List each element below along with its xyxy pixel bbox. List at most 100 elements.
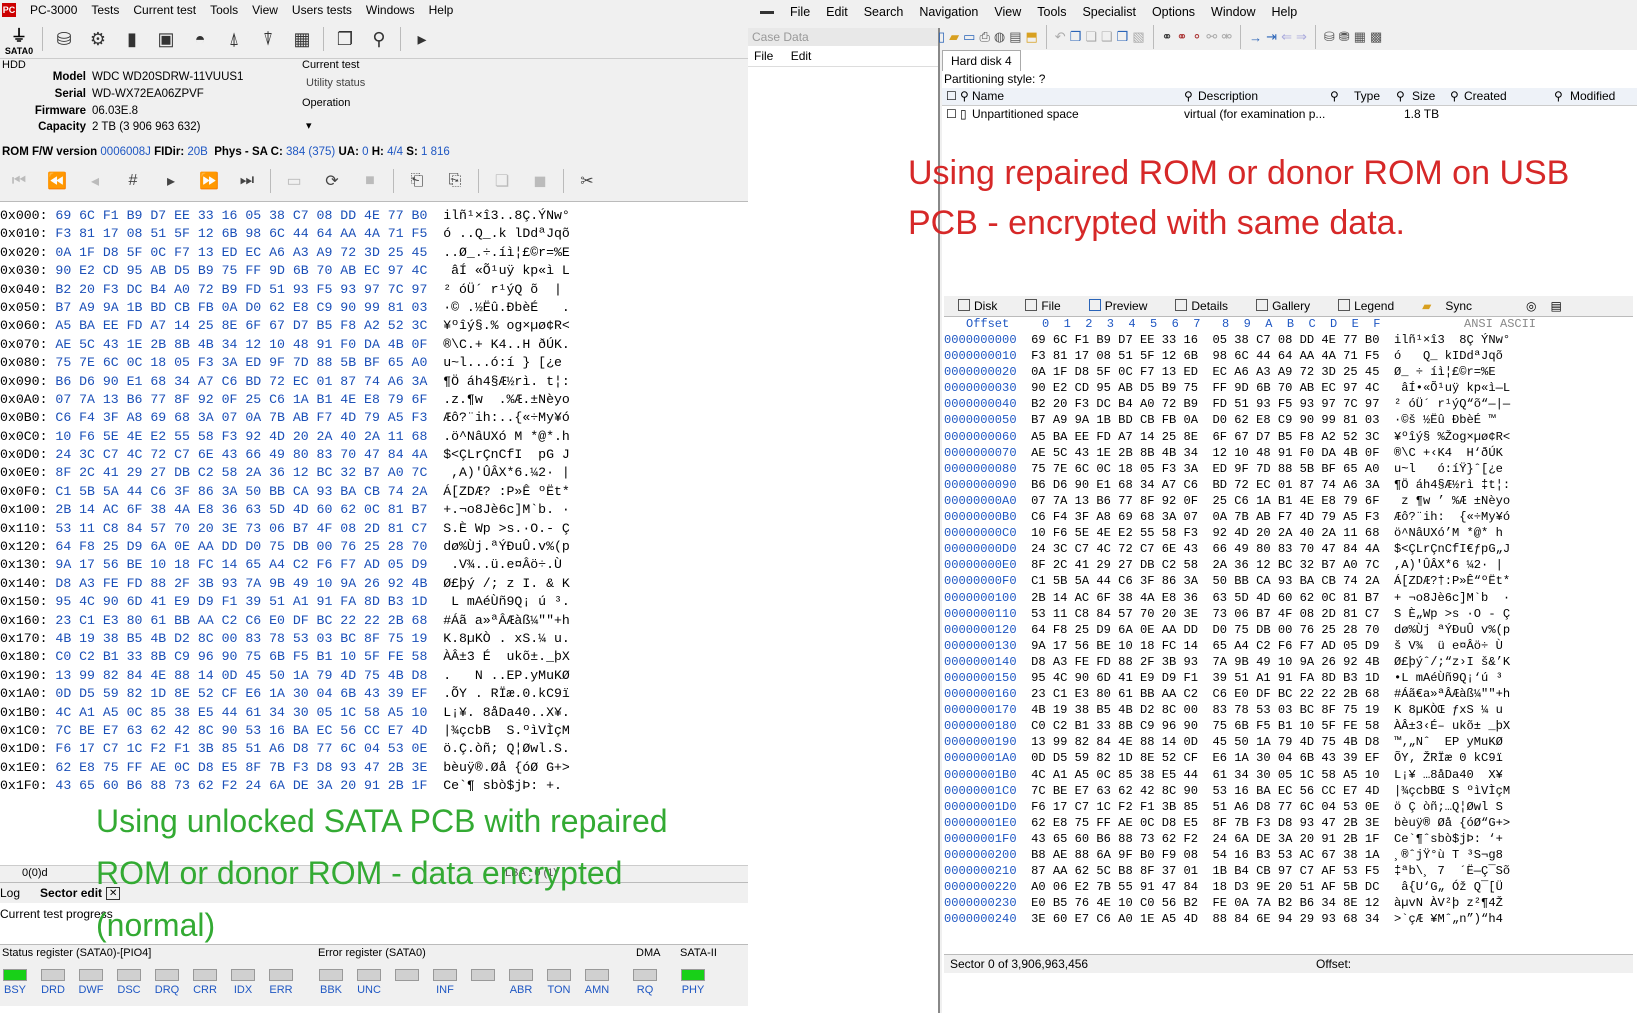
hex-row[interactable]: 0x170: 4B 19 38 B5 4B D2 8C 00 83 78 53 … — [0, 630, 748, 648]
copy-icon[interactable]: ❐ — [1070, 29, 1082, 45]
hex-row[interactable]: 0000000220 A0 06 E2 7B 55 91 47 84 18 D3… — [944, 879, 1633, 895]
hex-bytes[interactable]: 0A 1F D8 5F 0C F7 13 ED EC A6 A3 A9 72 3… — [55, 245, 427, 260]
hex-bytes[interactable]: 69 6C F1 B9 D7 EE 33 16 05 38 C7 08 DD 4… — [55, 208, 427, 223]
hex-bytes[interactable]: AE 5C 43 1E 2B 8B 4B 34 12 10 48 91 F0 D… — [1031, 446, 1379, 460]
hex-ascii[interactable]: #Áã a»ªÂÆàß¼""+h — [443, 613, 570, 628]
hex-ascii[interactable]: ö Ç òñ;…Q¦Øwl S — [1394, 800, 1503, 814]
hex-ascii[interactable]: S.È Wp >s.·O.- Ç — [443, 521, 570, 536]
hex-row[interactable]: 0x1D0: F6 17 C7 1C F2 F1 3B 85 51 A6 D8 … — [0, 740, 748, 758]
hex-bytes[interactable]: 62 E8 75 FF AE 0C D8 E5 8F 7B F3 D8 93 4… — [1031, 816, 1379, 830]
hex-ascii[interactable]: ¥ºîý§ %Žog×µø¢R< — [1394, 430, 1510, 444]
hex-ascii[interactable]: š V¾ ü e¤Âö÷­ Ù — [1394, 639, 1503, 653]
undo-icon[interactable]: ↶ — [1055, 29, 1066, 45]
hex-row[interactable]: 0000000130 9A 17 56 BE 10 18 FC 14 65 A4… — [944, 638, 1633, 654]
hex-ascii[interactable]: âÍ «Õ¹uÿ kp«ì L — [443, 263, 570, 278]
hex-row[interactable]: 0x0D0: 24 3C C7 4C 72 C7 6E 43 66 49 80 … — [0, 446, 748, 464]
checkbox-icon[interactable]: ☐ — [946, 107, 957, 121]
prev-fast-icon[interactable]: ⏪ — [38, 171, 76, 191]
hex-row[interactable]: 0x180: C0 C2 B1 33 8B C9 96 90 75 6B F5 … — [0, 648, 748, 666]
save-file-icon[interactable]: ⎘ — [436, 172, 474, 190]
copy-icon[interactable]: ❏ — [483, 171, 521, 191]
hex-ascii[interactable]: ®\C.+ K4..H ðÚK. — [443, 337, 570, 352]
hex-bytes[interactable]: 2B 14 AC 6F 38 4A E8 36 63 5D 4D 60 62 0… — [1031, 591, 1379, 605]
filter-icon[interactable]: ⚲ — [1184, 89, 1193, 103]
menu-file[interactable]: File — [790, 5, 810, 19]
hex-row[interactable]: 0x070: AE 5C 43 1E 2B 8B 4B 34 12 10 48 … — [0, 336, 748, 354]
hex-row[interactable]: 0000000170 4B 19 38 B5 4B D2 8C 00 83 78… — [944, 702, 1633, 718]
hex-row[interactable]: 00000000D0 24 3C C7 4C 72 C7 6E 43 66 49… — [944, 541, 1633, 557]
hex-bytes[interactable]: 4B 19 38 B5 4B D2 8C 00 83 78 53 03 BC 8… — [1031, 703, 1379, 717]
hex-row[interactable]: 0000000240 3E 60 E7 C6 A0 1E A5 4D 88 84… — [944, 911, 1633, 927]
menu-current-test[interactable]: Current test — [133, 3, 196, 17]
hex-ascii[interactable]: ,A)'ÛÂX*6.¼2· | — [443, 465, 570, 480]
hex-row[interactable]: 0x0E0: 8F 2C 41 29 27 DB C2 58 2A 36 12 … — [0, 464, 748, 482]
find-text-icon[interactable]: ⚭ — [1162, 29, 1173, 45]
hex-row[interactable]: 0000000150 95 4C 90 6D 41 E9 D9 F1 39 51… — [944, 670, 1633, 686]
filter-icon[interactable]: ⚲ — [960, 89, 969, 103]
hex-row[interactable]: 0x120: 64 F8 25 D9 6A 0E AA DD D0 75 DB … — [0, 538, 748, 556]
disk-icon[interactable]: ◓ — [183, 22, 217, 56]
hex-bytes[interactable]: 43 65 60 B6 88 73 62 F2 24 6A DE 3A 20 9… — [1031, 832, 1379, 846]
hex-bytes[interactable]: B7 A9 9A 1B BD CB FB 0A D0 62 E8 C9 90 9… — [1031, 413, 1379, 427]
hex-row[interactable]: 0000000140 D8 A3 FE FD 88 2F 3B 93 7A 9B… — [944, 654, 1633, 670]
disk-icon[interactable]: ◍ — [994, 29, 1005, 45]
hex-bytes[interactable]: F3 81 17 08 51 5F 12 6B 98 6C 44 64 AA 4… — [1031, 349, 1379, 363]
drive-info-icon[interactable]: ⛁ — [47, 22, 81, 56]
export-icon[interactable]: ⬒ — [1026, 29, 1038, 45]
hex-ascii[interactable]: |¾çcbBŒ S ºìVÌçM — [1394, 784, 1510, 798]
hex-bytes[interactable]: 87 AA 62 5C B8 8F 37 01 1B B4 CB 97 C7 A… — [1031, 864, 1379, 878]
hex-row[interactable]: 0x010: F3 81 17 08 51 5F 12 6B 98 6C 44 … — [0, 225, 748, 243]
last-sector-icon[interactable]: ⏭ — [228, 172, 266, 190]
hex-ascii[interactable]: Ø_ ÷ íì¦£©r=%E — [1394, 365, 1496, 379]
platter-icon[interactable]: ⍒ — [251, 22, 285, 56]
hex-row[interactable]: 0x1F0: 43 65 60 B6 88 73 62 F2 24 6A DE … — [0, 777, 748, 795]
hex-ascii[interactable]: ¶Ö áh4§Æ½rì ‡t¦: — [1394, 478, 1510, 492]
hex-ascii[interactable]: ö^NâUXó’M *@* h — [1394, 526, 1503, 540]
hex-ascii[interactable]: ·©š ½Ëû ÐbèÉ ™ — [1394, 413, 1496, 427]
paste-icon[interactable]: ❏ — [1085, 29, 1097, 45]
hex-ascii[interactable]: dø%Ùj ªÝÐuÛ v%(p — [1394, 623, 1510, 637]
find-next-icon[interactable]: ⚯ — [1206, 29, 1217, 45]
hex-bytes[interactable]: B2 20 F3 DC B4 A0 72 B9 FD 51 93 F5 93 9… — [1031, 397, 1379, 411]
hex-bytes[interactable]: 13 99 82 84 4E 88 14 0D 45 50 1A 79 4D 7… — [55, 668, 427, 683]
tab-sector-edit[interactable]: Sector edit — [40, 886, 102, 900]
stop-icon[interactable]: ■ — [351, 172, 389, 190]
goto-sector-icon[interactable]: # — [114, 172, 152, 190]
hex-ascii[interactable]: ¶Ö áh4§Æ½rì. t¦: — [443, 374, 570, 389]
find-hex-icon[interactable]: ⚭ — [1177, 29, 1188, 45]
menu-options[interactable]: Options — [1152, 5, 1195, 19]
hex-bytes[interactable]: 23 C1 E3 80 61 BB AA C2 C6 E0 DF BC 22 2… — [55, 613, 427, 628]
goto-offset-icon[interactable]: → — [1249, 30, 1262, 45]
hex-bytes[interactable]: 13 99 82 84 4E 88 14 0D 45 50 1A 79 4D 7… — [1031, 735, 1379, 749]
hex-row[interactable]: 0x080: 75 7E 6C 0C 18 05 F3 3A ED 9F 7D … — [0, 354, 748, 372]
hex-row[interactable]: 00000001C0 7C BE E7 63 62 42 8C 90 53 16… — [944, 783, 1633, 799]
windows-icon[interactable]: ❐ — [328, 22, 362, 56]
hex-bytes[interactable]: 3E 60 E7 C6 A0 1E A5 4D 88 84 6E 94 29 9… — [1031, 912, 1379, 926]
hex-bytes[interactable]: 9A 17 56 BE 10 18 FC 14 65 A4 C2 F6 F7 A… — [1031, 639, 1379, 653]
hex-bytes[interactable]: 7C BE E7 63 62 42 8C 90 53 16 BA EC 56 C… — [1031, 784, 1379, 798]
print-icon[interactable]: ⎙ — [979, 29, 989, 45]
hex-bytes[interactable]: 07 7A 13 B6 77 8F 92 0F 25 C6 1A B1 4E E… — [1031, 494, 1379, 508]
hex-ascii[interactable]: L¡¥ …8åDa40 X¥ — [1394, 768, 1503, 782]
hex-bytes[interactable]: C0 C2 B1 33 8B C9 96 90 75 6B F5 B1 10 5… — [1031, 719, 1379, 733]
hex-ascii[interactable]: .V¾..ü.e¤Âö÷­.Ù — [443, 557, 562, 572]
hex-bytes[interactable]: 0D D5 59 82 1D 8E 52 CF E6 1A 30 04 6B 4… — [1031, 751, 1379, 765]
hex-bytes[interactable]: B7 A9 9A 1B BD CB FB 0A D0 62 E8 C9 90 9… — [55, 300, 427, 315]
menu-specialist[interactable]: Specialist — [1082, 5, 1136, 19]
col-name[interactable]: Name — [972, 89, 1004, 103]
hex-ascii[interactable]: ®\C +‹K4 H‘ðÚK — [1394, 446, 1503, 460]
filter-icon[interactable]: ⚲ — [1554, 89, 1563, 103]
menu-tools[interactable]: Tools — [1037, 5, 1066, 19]
hex-ascii[interactable]: u~l ó:íŸ}ˆ[¿e — [1394, 462, 1503, 476]
new-file-icon[interactable]: ▯ — [938, 29, 945, 45]
hex-ascii[interactable]: ² óÜ´ r¹ýQ“õ“—|— — [1394, 397, 1510, 411]
hex-ascii[interactable]: ,A)'ÛÂX*6 ¼2· | — [1394, 558, 1503, 572]
hex-row[interactable]: 00000001D0 F6 17 C7 1C F2 F1 3B 85 51 A6… — [944, 799, 1633, 815]
hex-row[interactable]: 0x140: D8 A3 FE FD 88 2F 3B 93 7A 9B 49 … — [0, 575, 748, 593]
back-icon[interactable]: ⇐ — [1281, 29, 1292, 45]
hex-ascii[interactable]: â{U‘G„ Óž Q¯[Ü — [1394, 880, 1503, 894]
hex-ascii[interactable]: .ö^NâUXó M *@*.h — [443, 429, 570, 444]
hex-ascii[interactable]: âÍ•«Õ¹uÿ kp«ì—L — [1394, 381, 1510, 395]
hex-ascii[interactable]: >`çÆ ¥Mˆ„n”)“h4 — [1394, 912, 1503, 926]
hex-bytes[interactable]: 90 E2 CD 95 AB D5 B9 75 FF 9D 6B 70 AB E… — [1031, 381, 1379, 395]
